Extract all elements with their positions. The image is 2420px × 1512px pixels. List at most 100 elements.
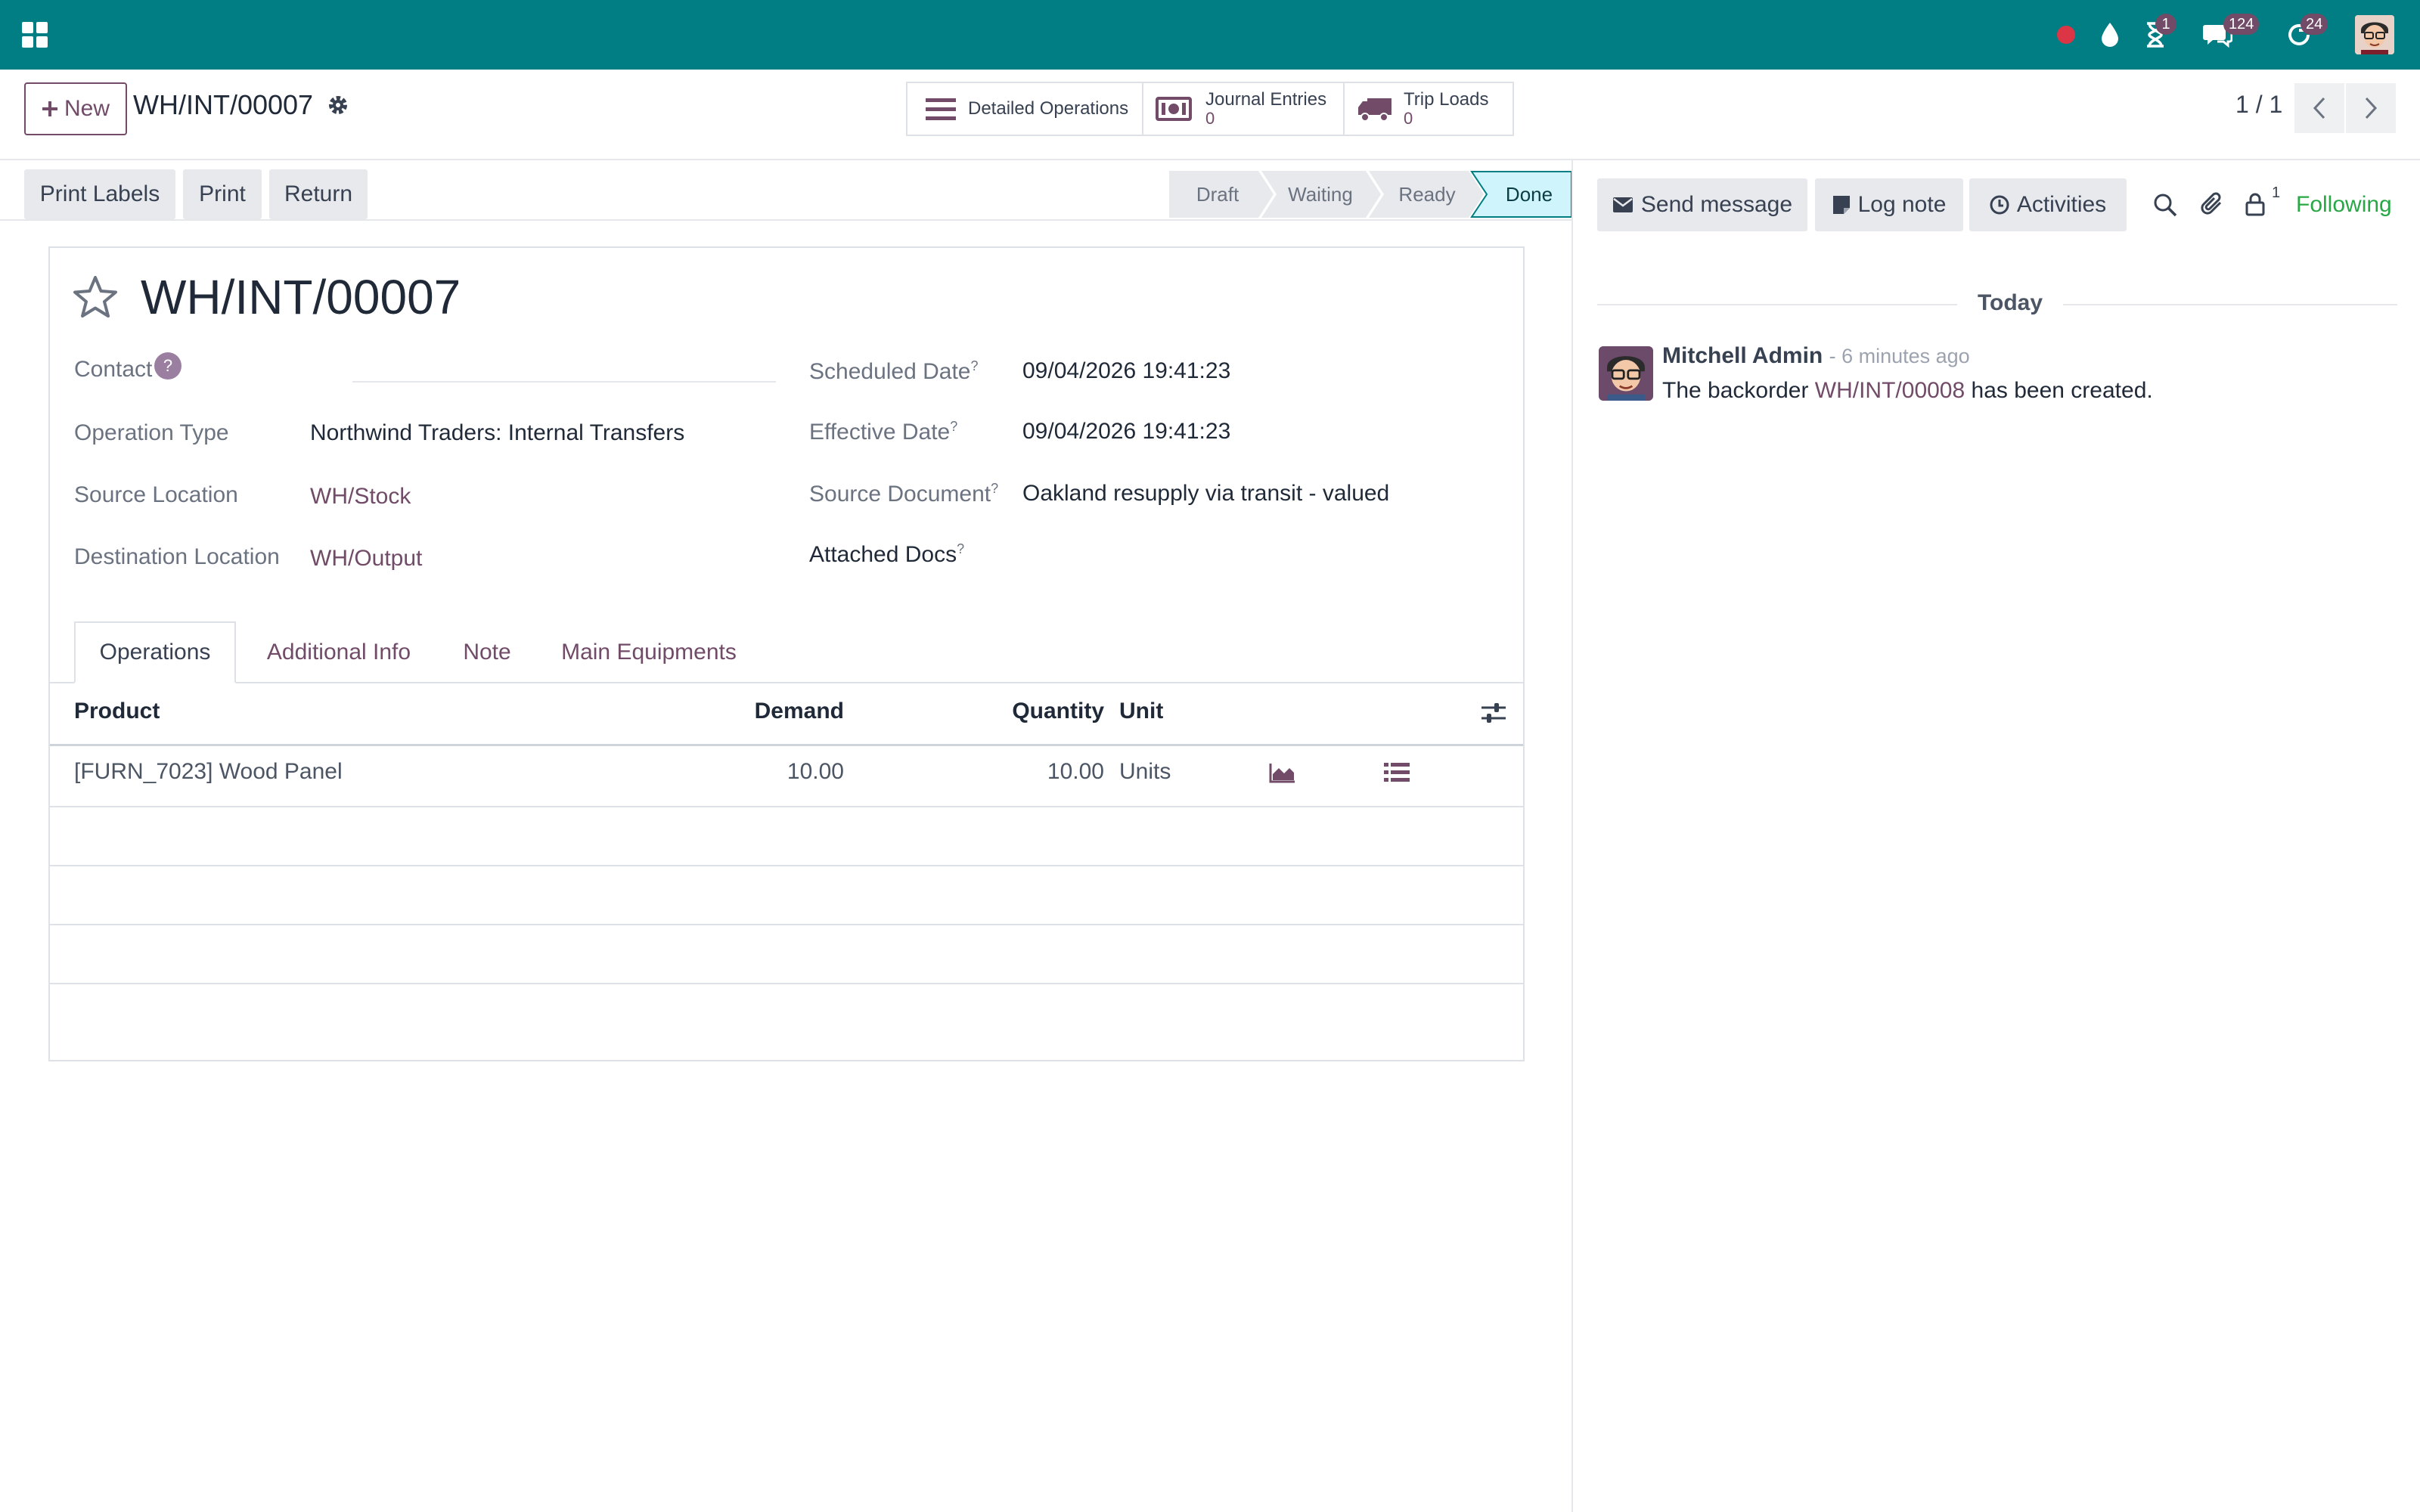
destination-location-label: Destination Location [74, 544, 280, 569]
send-message-button[interactable]: Send message [1597, 178, 1807, 231]
row-product[interactable]: [FURN_7023] Wood Panel [74, 759, 343, 785]
row-divider [50, 806, 1523, 807]
row-divider [50, 924, 1523, 925]
source-document-value[interactable]: Oakland resupply via transit - valued [1022, 481, 1389, 507]
attached-docs-label: Attached Docs? [809, 541, 965, 567]
follower-count: 1 [2272, 184, 2281, 201]
new-button[interactable]: New [24, 82, 127, 135]
trip-loads-label: Trip Loads [1404, 89, 1489, 110]
activities-label: Activities [2016, 192, 2107, 217]
details-list-icon[interactable] [1384, 762, 1410, 783]
scheduled-date-value[interactable]: 09/04/2026 19:41:23 [1022, 358, 1230, 384]
breadcrumb: WH/INT/00007 [133, 89, 314, 120]
row-divider [50, 865, 1523, 866]
source-location-link[interactable]: WH/Stock [310, 484, 411, 510]
new-button-label: New [64, 96, 110, 121]
row-unit[interactable]: Units [1119, 759, 1171, 785]
hourglass-icon[interactable]: 1 [2139, 14, 2176, 51]
message-body: The backorder WH/INT/00008 has been crea… [1662, 378, 2153, 404]
trip-loads-button[interactable]: Trip Loads 0 [1343, 82, 1514, 136]
refresh-icon[interactable]: 24 [2282, 14, 2328, 51]
gear-icon[interactable] [327, 94, 349, 116]
pager-next-button[interactable] [2346, 83, 2396, 133]
separator-line-right [2063, 304, 2397, 305]
detailed-operations-label: Detailed Operations [968, 98, 1129, 119]
following-button[interactable]: Following [2296, 192, 2392, 218]
favorite-star-icon[interactable] [73, 275, 118, 319]
truck-icon [1358, 98, 1392, 122]
scheduled-date-help[interactable]: ? [971, 358, 979, 373]
stage-ready[interactable]: Ready [1378, 171, 1476, 218]
column-header-quantity[interactable]: Quantity [927, 699, 1104, 724]
journal-entries-count: 0 [1205, 109, 1215, 128]
top-navbar: 1 124 24 [0, 0, 2420, 70]
stage-done[interactable]: Done [1487, 171, 1571, 218]
stage-draft[interactable]: Draft [1169, 171, 1266, 218]
pager-value[interactable]: 1 / 1 [2235, 91, 2282, 119]
print-button[interactable]: Print [183, 169, 262, 219]
contact-help-badge[interactable]: ? [154, 352, 182, 380]
table-header-separator [50, 744, 1523, 746]
date-separator: Today [1977, 290, 2043, 315]
detailed-operations-button[interactable]: Detailed Operations [906, 82, 1143, 136]
droplet-icon[interactable] [2093, 18, 2127, 51]
message-time: - 6 minutes ago [1829, 345, 1970, 367]
clock-icon [1990, 195, 2009, 215]
user-avatar[interactable] [2355, 15, 2394, 54]
attached-docs-help[interactable]: ? [957, 541, 964, 556]
source-document-help[interactable]: ? [991, 481, 998, 496]
destination-location-link[interactable]: WH/Output [310, 546, 422, 572]
journal-entries-label: Journal Entries [1205, 89, 1327, 110]
contact-input[interactable] [352, 381, 776, 383]
paperclip-icon[interactable] [2201, 191, 2225, 218]
return-button[interactable]: Return [269, 169, 368, 219]
column-header-product[interactable]: Product [74, 699, 160, 724]
search-icon[interactable] [2152, 192, 2178, 218]
separator-line-left [1597, 304, 1957, 305]
optional-columns-toggle-icon[interactable] [1481, 702, 1506, 724]
message-text-after: has been created. [1971, 378, 2153, 403]
row-divider [50, 983, 1523, 984]
plus-icon [42, 101, 57, 116]
record-dot-icon[interactable] [2049, 18, 2083, 51]
sticky-note-icon [1832, 196, 1850, 214]
activities-button[interactable]: Activities [1969, 178, 2127, 231]
row-demand[interactable]: 10.00 [678, 759, 844, 785]
column-header-unit[interactable]: Unit [1119, 699, 1163, 724]
operation-type-value[interactable]: Northwind Traders: Internal Transfers [310, 420, 684, 446]
money-icon [1156, 97, 1192, 121]
message-text-before: The backorder [1662, 378, 1809, 403]
tab-operations[interactable]: Operations [74, 621, 236, 683]
tab-main-equipments[interactable]: Main Equipments [543, 621, 755, 683]
source-document-label: Source Document? [809, 481, 999, 507]
scheduled-date-label: Scheduled Date? [809, 358, 979, 384]
print-labels-button[interactable]: Print Labels [24, 169, 175, 219]
stage-waiting[interactable]: Waiting [1270, 171, 1370, 218]
chat-icon[interactable]: 124 [2201, 14, 2260, 51]
journal-entries-button[interactable]: Journal Entries 0 [1142, 82, 1345, 136]
source-location-label: Source Location [74, 482, 238, 507]
tab-note[interactable]: Note [443, 621, 531, 683]
trip-loads-count: 0 [1404, 109, 1413, 128]
tab-additional-info[interactable]: Additional Info [250, 621, 428, 683]
row-quantity[interactable]: 10.00 [927, 759, 1104, 785]
pager-previous-button[interactable] [2294, 83, 2344, 133]
effective-date-label: Effective Date? [809, 419, 958, 445]
message-author[interactable]: Mitchell Admin [1662, 343, 1823, 368]
control-panel: New WH/INT/00007 Detailed Operations Jou… [0, 70, 2420, 160]
message-header: Mitchell Admin - 6 minutes ago [1662, 343, 1970, 369]
forecast-chart-icon[interactable] [1269, 762, 1296, 783]
message-author-avatar[interactable] [1599, 346, 1653, 401]
send-message-label: Send message [1640, 192, 1793, 217]
column-header-demand[interactable]: Demand [678, 699, 844, 724]
backorder-link[interactable]: WH/INT/00008 [1815, 378, 1965, 403]
followers-lock-icon[interactable] [2245, 192, 2266, 216]
log-note-button[interactable]: Log note [1815, 178, 1963, 231]
effective-date-value: 09/04/2026 19:41:23 [1022, 419, 1231, 444]
effective-date-help[interactable]: ? [950, 419, 957, 434]
apps-grid-icon[interactable] [18, 18, 51, 51]
updates-badge: 24 [2301, 14, 2328, 35]
chevron-left-icon [2313, 97, 2325, 119]
messages-badge: 124 [2223, 14, 2260, 35]
contact-label: Contact [74, 357, 153, 382]
